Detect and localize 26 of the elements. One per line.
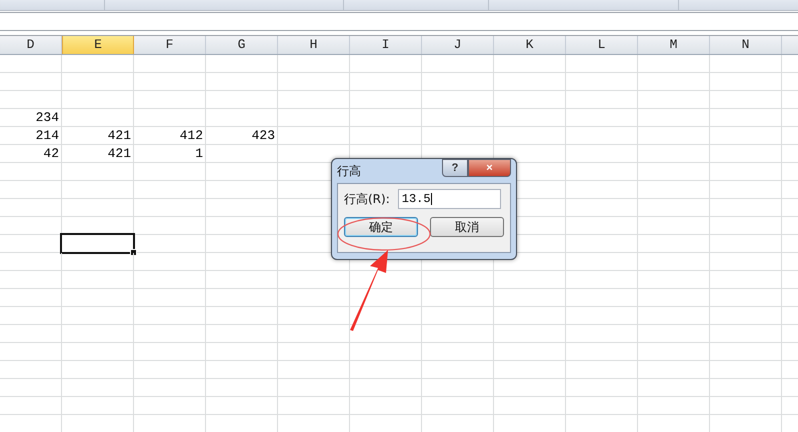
column-header[interactable]: E — [62, 36, 134, 54]
table-cell: 421 — [62, 127, 134, 144]
dialog-title: 行高 — [337, 162, 361, 180]
help-button[interactable]: ? — [442, 159, 468, 177]
column-header[interactable]: J — [422, 36, 494, 54]
table-cell: 421 — [62, 145, 134, 162]
column-header[interactable]: K — [494, 36, 566, 54]
table-cell: 423 — [206, 127, 278, 144]
table-cell: 214 — [0, 127, 62, 144]
table-cell: 234 — [0, 109, 62, 126]
active-cell[interactable] — [60, 233, 135, 254]
table-cell: 1 — [134, 145, 206, 162]
column-header[interactable]: F — [134, 36, 206, 54]
column-header[interactable]: M — [638, 36, 710, 54]
ok-button[interactable]: 确定 — [344, 217, 418, 237]
row-height-label: 行高(R): — [344, 190, 390, 208]
column-header[interactable]: I — [350, 36, 422, 54]
column-header[interactable]: L — [566, 36, 638, 54]
row-height-field[interactable]: 13.5 — [398, 189, 501, 209]
formula-bar[interactable] — [0, 12, 798, 31]
table-cell: 412 — [134, 127, 206, 144]
table-cell: 42 — [0, 145, 62, 162]
column-header[interactable]: H — [278, 36, 350, 54]
cancel-button[interactable]: 取消 — [430, 217, 504, 237]
column-header[interactable]: G — [206, 36, 278, 54]
column-header[interactable]: N — [710, 36, 782, 54]
